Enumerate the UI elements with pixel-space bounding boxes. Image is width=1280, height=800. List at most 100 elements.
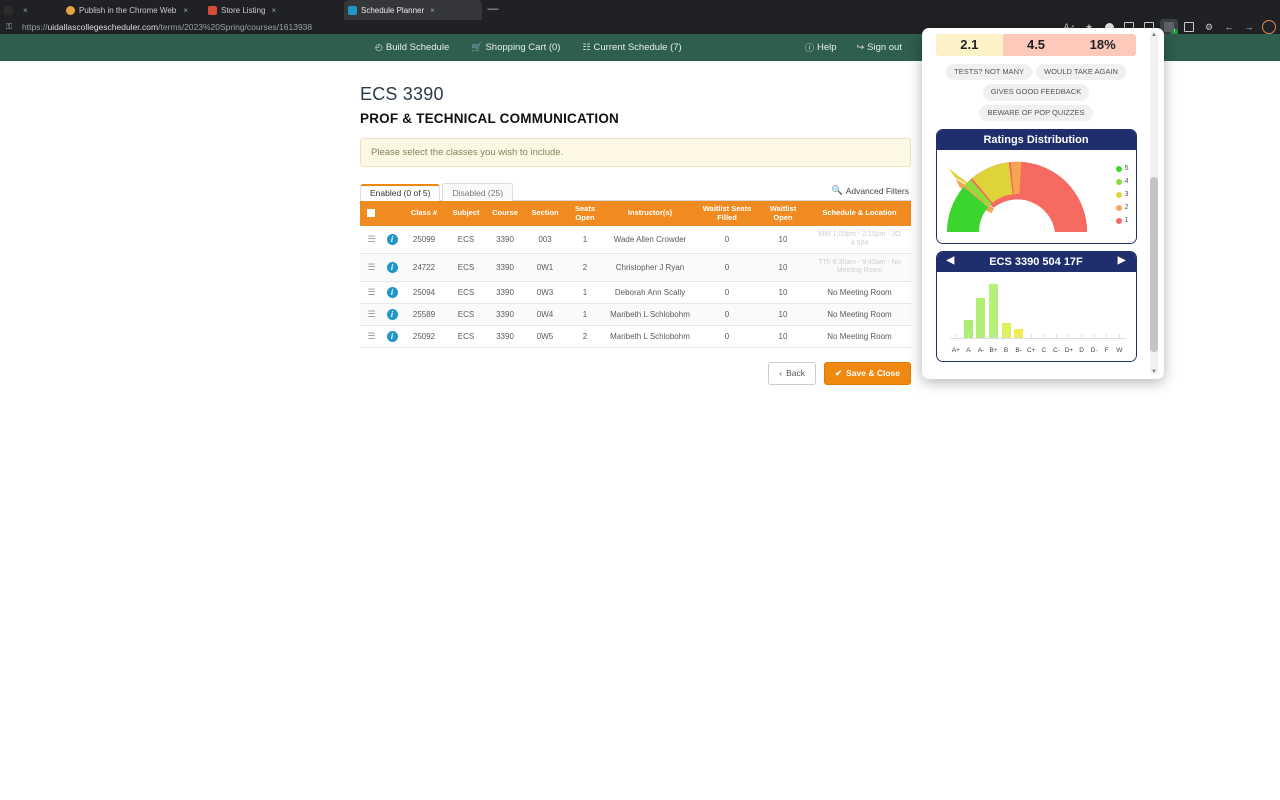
row-info-button[interactable]: i — [382, 281, 402, 304]
cell-seats-open: 1 — [566, 303, 604, 326]
metric-value: 18% — [1089, 37, 1116, 52]
nav-sign-out[interactable]: ↪ Sign out — [857, 42, 902, 53]
legend-item-4: 4 — [1115, 175, 1129, 188]
row-drag-handle[interactable]: ☰ — [360, 226, 382, 255]
navbar-right-group: ⓘ Help ↪ Sign out — [805, 41, 902, 54]
back-button[interactable]: ‹ Back — [768, 361, 816, 385]
scroll-down-arrow[interactable]: ▼ — [1150, 369, 1158, 375]
next-section-button[interactable]: ▶ — [1118, 255, 1126, 266]
scrollbar-thumb[interactable] — [1150, 177, 1158, 352]
tab-disabled[interactable]: Disabled (25) — [442, 183, 514, 201]
hist-bar — [976, 297, 986, 339]
extension-popup: 2.1 4.5 18% TESTS? NOT MANY WOULD TAKE AG… — [922, 28, 1164, 379]
tab-close-icon[interactable]: × — [23, 6, 28, 15]
cell-instructor: Wade Allen Crowder — [604, 226, 696, 255]
cell-subject: ECS — [446, 253, 486, 282]
back-button-label: Back — [786, 368, 805, 379]
save-and-close-button[interactable]: ✔ Save & Close — [824, 361, 911, 385]
scroll-up-arrow[interactable]: ▲ — [1150, 32, 1158, 38]
hist-label: C- — [1052, 347, 1060, 355]
extension-icon[interactable] — [1180, 19, 1198, 36]
hist-label: A- — [977, 347, 985, 355]
table-row[interactable]: ☰ i 25589 ECS 3390 0W4 1 Maribeth L Schl… — [360, 303, 911, 326]
popup-scrollbar[interactable]: ▲ ▼ — [1150, 32, 1158, 375]
tab-close-icon[interactable]: × — [271, 6, 276, 15]
cell-schedule: TTh 8:30am - 9:45am - No Meeting Room — [808, 253, 911, 282]
window-minimize-button[interactable]: — — [484, 0, 502, 20]
legend-item-1: 1 — [1115, 214, 1129, 227]
account-avatar-icon[interactable] — [1260, 19, 1278, 36]
cell-course: 3390 — [486, 226, 524, 255]
row-drag-handle[interactable]: ☰ — [360, 303, 382, 326]
tab-close-icon[interactable]: × — [430, 6, 435, 15]
cell-subject: ECS — [446, 325, 486, 348]
th-waitlist-filled: Waitlist Seats Filled — [696, 201, 758, 227]
nav-label: Help — [817, 42, 837, 53]
metric-quality: 4.5 — [1002, 34, 1070, 56]
table-row[interactable]: ☰ i 24722 ECS 3390 0W1 2 Christopher J R… — [360, 253, 911, 282]
cell-waitlist-open: 10 — [758, 253, 808, 282]
cell-schedule: MW 1:00pm - 2:15pm - JO 4.504 — [808, 226, 911, 255]
tag-item[interactable]: WOULD TAKE AGAIN — [1035, 64, 1126, 81]
info-icon: i — [386, 286, 398, 298]
cart-icon: 🛒 — [471, 42, 483, 52]
signout-icon: ↪ — [856, 42, 865, 52]
browser-tab-0[interactable]: × — [0, 0, 62, 20]
advanced-filters-label: Advanced Filters — [845, 185, 909, 196]
cell-waitlist-filled: 0 — [696, 303, 758, 326]
table-row[interactable]: ☰ i 25092 ECS 3390 0W5 2 Maribeth L Schl… — [360, 325, 911, 348]
cell-seats-open: 2 — [566, 325, 604, 348]
browser-tab-1[interactable]: Publish in the Chrome Web Store × — [62, 0, 194, 20]
hist-slot-w — [1113, 284, 1126, 338]
select-all-checkbox[interactable] — [367, 209, 375, 218]
cell-instructor: Deborah Ann Scally — [604, 281, 696, 304]
hist-label: C+ — [1027, 347, 1036, 355]
tag-item[interactable]: TESTS? NOT MANY — [946, 64, 1032, 81]
nav-build-schedule[interactable]: ◴ Build Schedule — [375, 42, 449, 53]
th-seats-open: Seats Open — [566, 201, 604, 227]
cell-waitlist-filled: 0 — [696, 281, 758, 304]
tab-enabled[interactable]: Enabled (0 of 5) — [360, 184, 441, 201]
row-drag-handle[interactable]: ☰ — [360, 281, 382, 304]
histogram-labels: A+ A A- B+ B B- C+ C C- D+ D D- F W — [950, 347, 1126, 354]
row-info-button[interactable]: i — [382, 303, 402, 326]
th-section: Section — [524, 201, 566, 227]
row-info-button[interactable]: i — [382, 253, 402, 282]
cell-instructor: Maribeth L Schlobohm — [604, 303, 696, 326]
cell-waitlist-filled: 0 — [696, 226, 758, 255]
favorites-icon[interactable]: → — [1240, 19, 1258, 36]
th-class-number: Class # — [402, 201, 446, 227]
nav-label: Build Schedule — [385, 42, 450, 53]
table-row[interactable]: ☰ i 25099 ECS 3390 003 1 Wade Allen Crow… — [360, 226, 911, 255]
info-alert: Please select the classes you wish to in… — [360, 138, 911, 167]
histogram-axis — [949, 338, 1126, 340]
row-drag-handle[interactable]: ☰ — [360, 253, 382, 282]
ratings-card-title: Ratings Distribution — [936, 130, 1136, 151]
share-icon[interactable]: ← — [1220, 19, 1238, 36]
url-path: /terms/2023%20Spring/courses/1613938 — [158, 22, 313, 32]
tag-item[interactable]: BEWARE OF POP QUIZZES — [979, 104, 1093, 122]
tag-item[interactable]: GIVES GOOD FEEDBACK — [982, 84, 1090, 101]
nav-shopping-cart[interactable]: 🛒 Shopping Cart (0) — [471, 42, 560, 53]
row-info-button[interactable]: i — [382, 325, 402, 348]
row-info-button[interactable]: i — [382, 226, 402, 255]
cell-schedule: No Meeting Room — [808, 281, 911, 304]
browser-tab-2[interactable]: Store Listing × — [204, 0, 336, 20]
hist-slot-f — [1100, 284, 1113, 338]
hist-label: W — [1116, 347, 1123, 355]
browser-tab-3[interactable]: Schedule Planner × — [344, 0, 482, 20]
settings-icon[interactable]: ⚙ — [1200, 19, 1218, 36]
nav-label: Sign out — [867, 42, 902, 53]
nav-current-schedule[interactable]: ☷ Current Schedule (7) — [582, 42, 681, 53]
row-drag-handle[interactable]: ☰ — [360, 325, 382, 348]
grades-card-body: A+ A A- B+ B B- C+ C C- D+ D D- F W — [936, 272, 1136, 362]
th-select-all[interactable] — [360, 201, 382, 227]
cell-schedule: No Meeting Room — [808, 325, 911, 348]
nav-help[interactable]: ⓘ Help — [805, 41, 837, 54]
cell-seats-open: 1 — [566, 226, 604, 255]
advanced-filters-button[interactable]: 🔍 Advanced Filters — [831, 185, 909, 196]
site-info-icon[interactable]: ⚿ — [6, 22, 15, 31]
tab-close-icon[interactable]: × — [183, 6, 188, 15]
prev-section-button[interactable]: ◀ — [947, 255, 955, 266]
table-row[interactable]: ☰ i 25094 ECS 3390 0W3 1 Deborah Ann Sca… — [360, 281, 911, 304]
